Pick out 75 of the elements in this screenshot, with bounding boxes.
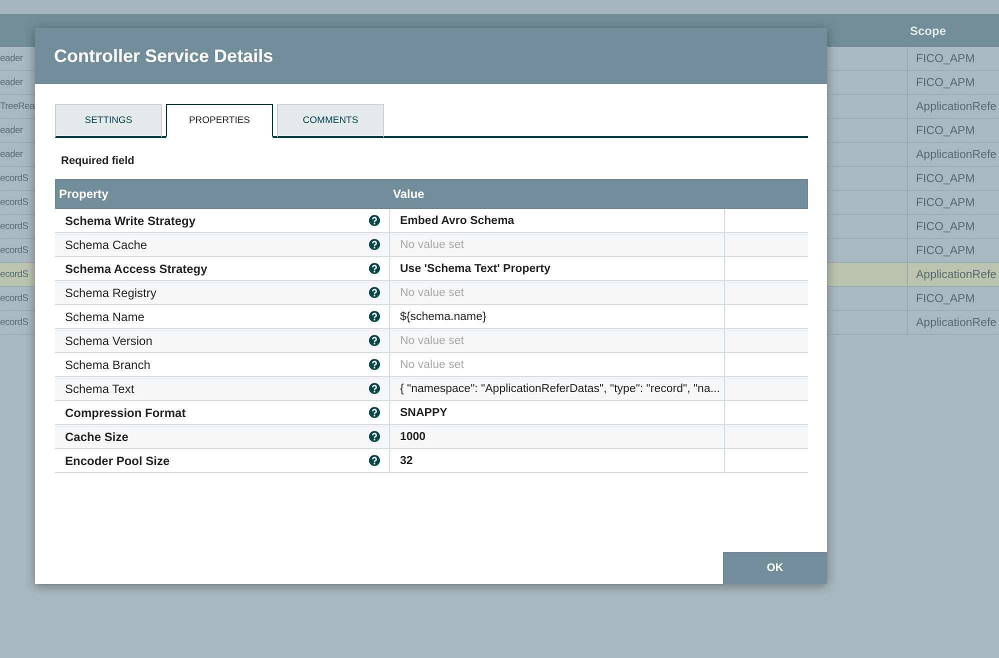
tab[interactable]: PROPERTIES xyxy=(166,104,273,138)
table-row[interactable]: Schema Name ${schema.name} xyxy=(55,305,808,329)
dialog-title: Controller Service Details xyxy=(54,46,274,66)
table-row[interactable]: Schema Access Strategy Use 'Schema Text' Property xyxy=(55,257,808,281)
help-icon[interactable] xyxy=(369,431,380,442)
table-cell: eader xyxy=(0,149,23,160)
table-cell: FICO_APM xyxy=(916,172,975,184)
property-value: Embed Avro Schema xyxy=(400,214,514,226)
table-row[interactable]: Cache Size 1000 xyxy=(55,425,808,449)
table-cell: ecordS xyxy=(0,317,28,328)
table-cell: ecordS xyxy=(0,197,28,208)
property-name: Encoder Pool Size xyxy=(65,454,170,468)
table-row[interactable]: Schema Registry No value set xyxy=(55,281,808,305)
property-value: 1000 xyxy=(400,430,426,442)
table-cell: FICO_APM xyxy=(916,292,975,304)
table-cell: ApplicationRefe xyxy=(916,148,997,160)
table-row[interactable]: Schema Branch No value set xyxy=(55,353,808,377)
table-row[interactable]: Schema Write Strategy Embed Avro Schema xyxy=(55,209,808,233)
table-cell: eader xyxy=(0,125,23,136)
table-cell: ecordS xyxy=(0,269,28,280)
property-value: No value set xyxy=(400,334,464,346)
table-cell: eader xyxy=(0,77,23,88)
help-icon[interactable] xyxy=(369,287,380,298)
required-field-label: Required field xyxy=(60,155,134,167)
table-cell: ApplicationRefe xyxy=(916,100,997,112)
property-value: ${schema.name} xyxy=(400,310,486,322)
table-cell: TreeRea xyxy=(0,101,35,112)
table-cell: FICO_APM xyxy=(916,124,975,136)
column-header: Value xyxy=(392,187,426,201)
help-icon[interactable] xyxy=(369,215,380,226)
table-cell: FICO_APM xyxy=(916,76,975,88)
help-icon[interactable] xyxy=(369,359,380,370)
table-row[interactable]: Schema Version No value set xyxy=(55,329,808,353)
help-icon[interactable] xyxy=(369,383,380,394)
table-cell: ecordS xyxy=(0,293,28,304)
property-value: No value set xyxy=(400,358,464,370)
table-cell: eader xyxy=(0,53,23,64)
property-value: 32 xyxy=(400,454,413,466)
property-name: Schema Branch xyxy=(65,358,150,372)
help-icon[interactable] xyxy=(369,239,380,250)
help-icon[interactable] xyxy=(369,455,380,466)
property-name: Schema Version xyxy=(65,334,152,348)
property-name: Cache Size xyxy=(65,430,128,444)
table-cell: ecordS xyxy=(0,173,28,184)
property-value: No value set xyxy=(400,286,464,298)
property-name: Schema Text xyxy=(65,382,134,396)
help-icon[interactable] xyxy=(369,335,380,346)
property-name: Schema Registry xyxy=(65,286,156,300)
property-name: Schema Access Strategy xyxy=(65,262,208,276)
property-value: SNAPPY xyxy=(400,406,448,418)
property-name: Schema Name xyxy=(65,310,144,324)
table-row[interactable]: Schema Cache No value set xyxy=(55,233,808,257)
table-cell: FICO_APM xyxy=(916,52,975,64)
table-cell: ecordS xyxy=(0,221,28,232)
table-row[interactable]: Schema Text { "namespace": "ApplicationReferDatas", "type": "record", "na... xyxy=(55,377,808,401)
table-row[interactable]: Compression Format SNAPPY xyxy=(55,401,808,425)
property-name: Schema Cache xyxy=(65,238,148,252)
property-value: No value set xyxy=(400,238,464,250)
table-cell: FICO_APM xyxy=(916,220,975,232)
property-value: Use 'Schema Text' Property xyxy=(400,262,550,274)
table-cell: ecordS xyxy=(0,245,28,256)
help-icon[interactable] xyxy=(369,407,380,418)
help-icon[interactable] xyxy=(369,311,380,322)
property-value: { "namespace": "ApplicationReferDatas", "type": "record", "na... xyxy=(400,382,720,394)
tab[interactable]: SETTINGS xyxy=(55,104,162,138)
table-cell: ApplicationRefe xyxy=(916,316,997,328)
property-name: Compression Format xyxy=(65,406,186,420)
table-cell: ApplicationRefe xyxy=(916,268,997,280)
help-icon[interactable] xyxy=(369,263,380,274)
tab[interactable]: COMMENTS xyxy=(277,104,384,138)
table-row[interactable]: Encoder Pool Size 32 xyxy=(55,449,808,473)
column-header: Property xyxy=(58,187,110,201)
table-cell: FICO_APM xyxy=(916,196,975,208)
table-cell: FICO_APM xyxy=(916,244,975,256)
property-name: Schema Write Strategy xyxy=(65,214,196,228)
